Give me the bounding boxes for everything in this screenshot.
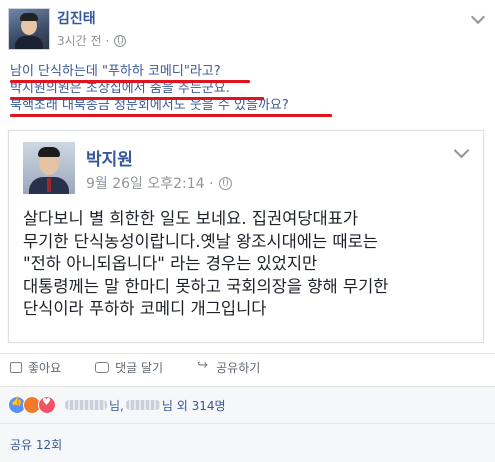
author-avatar[interactable]	[8, 8, 50, 50]
share-count[interactable]: 공유 12회	[10, 436, 62, 453]
post-time[interactable]: 3시간 전 ·	[57, 32, 109, 49]
share-button[interactable]: 공유하기	[197, 358, 261, 376]
highlight-underline-1	[10, 80, 250, 83]
blurred-name	[125, 400, 160, 410]
shared-line-1: 살다보니 별 희한한 일도 보네요. 집권여당대표가	[23, 209, 359, 228]
post-line-1: 남이 단식하는데 "푸하하 코메디"라고?	[10, 64, 221, 79]
globe-icon	[219, 176, 233, 190]
facebook-post: 김진태 3시간 전 · 남이 단식하는데 "푸하하 코메디"라고? 박지원의원은…	[0, 0, 495, 462]
chevron-down-icon[interactable]	[470, 9, 486, 25]
shared-line-2: 무기한 단식농성이랍니다.옛날 왕조시대에는 때로는	[23, 231, 378, 251]
post-text: 남이 단식하는데 "푸하하 코메디"라고? 박지원의원은 초상집에서 춤을 추는…	[10, 63, 289, 114]
share-count-row: 공유 12회	[0, 423, 495, 462]
author-name[interactable]: 김진태	[57, 8, 96, 28]
like-label: 좋아요	[28, 360, 62, 375]
shared-post[interactable]: 박지원 9월 26일 오후2:14 · 살다보니 별 희한한 일도 보네요. 집…	[8, 130, 484, 343]
shared-body: 살다보니 별 희한한 일도 보네요. 집권여당대표가 무기한 단식농성이랍니다.…	[23, 208, 473, 321]
share-label: 공유하기	[216, 360, 261, 375]
like-button[interactable]: 좋아요	[10, 359, 61, 376]
globe-icon	[114, 34, 127, 47]
comment-label: 댓글 달기	[115, 360, 164, 375]
comment-button[interactable]: 댓글 달기	[95, 359, 163, 376]
thumbs-up-icon	[10, 361, 22, 373]
comment-icon	[95, 361, 110, 373]
chevron-down-icon[interactable]	[453, 142, 470, 159]
reaction-name-suffix-2: 님 외 314명	[161, 398, 226, 413]
reaction-names[interactable]: 님, 님 외 314명	[63, 397, 226, 414]
highlight-underline-3	[10, 114, 332, 117]
shared-time[interactable]: 9월 26일 오후2:14 ·	[86, 173, 213, 193]
action-bar: 좋아요 댓글 달기 공유하기	[0, 353, 495, 380]
reaction-icons	[8, 396, 56, 414]
shared-meta: 9월 26일 오후2:14 ·	[86, 173, 233, 193]
shared-line-4: 대통령께는 말 한마디 못하고 국회의장을 향해 무기한	[23, 276, 389, 296]
shared-author-name[interactable]: 박지원	[86, 145, 133, 170]
reaction-name-suffix-1: 님,	[109, 398, 124, 413]
highlight-underline-2	[10, 97, 264, 100]
shared-line-3: "전하 아니되옵니다" 라는 경우는 있었지만	[23, 254, 318, 273]
post-meta: 3시간 전 ·	[57, 32, 127, 49]
love-icon	[38, 396, 56, 414]
share-icon	[197, 358, 210, 373]
shared-line-5: 단식이라 푸하하 코메디 개그입니다	[23, 299, 267, 318]
reactions-summary[interactable]: 님, 님 외 314명	[0, 386, 495, 423]
blurred-name	[65, 400, 107, 410]
shared-author-avatar[interactable]	[23, 142, 75, 194]
